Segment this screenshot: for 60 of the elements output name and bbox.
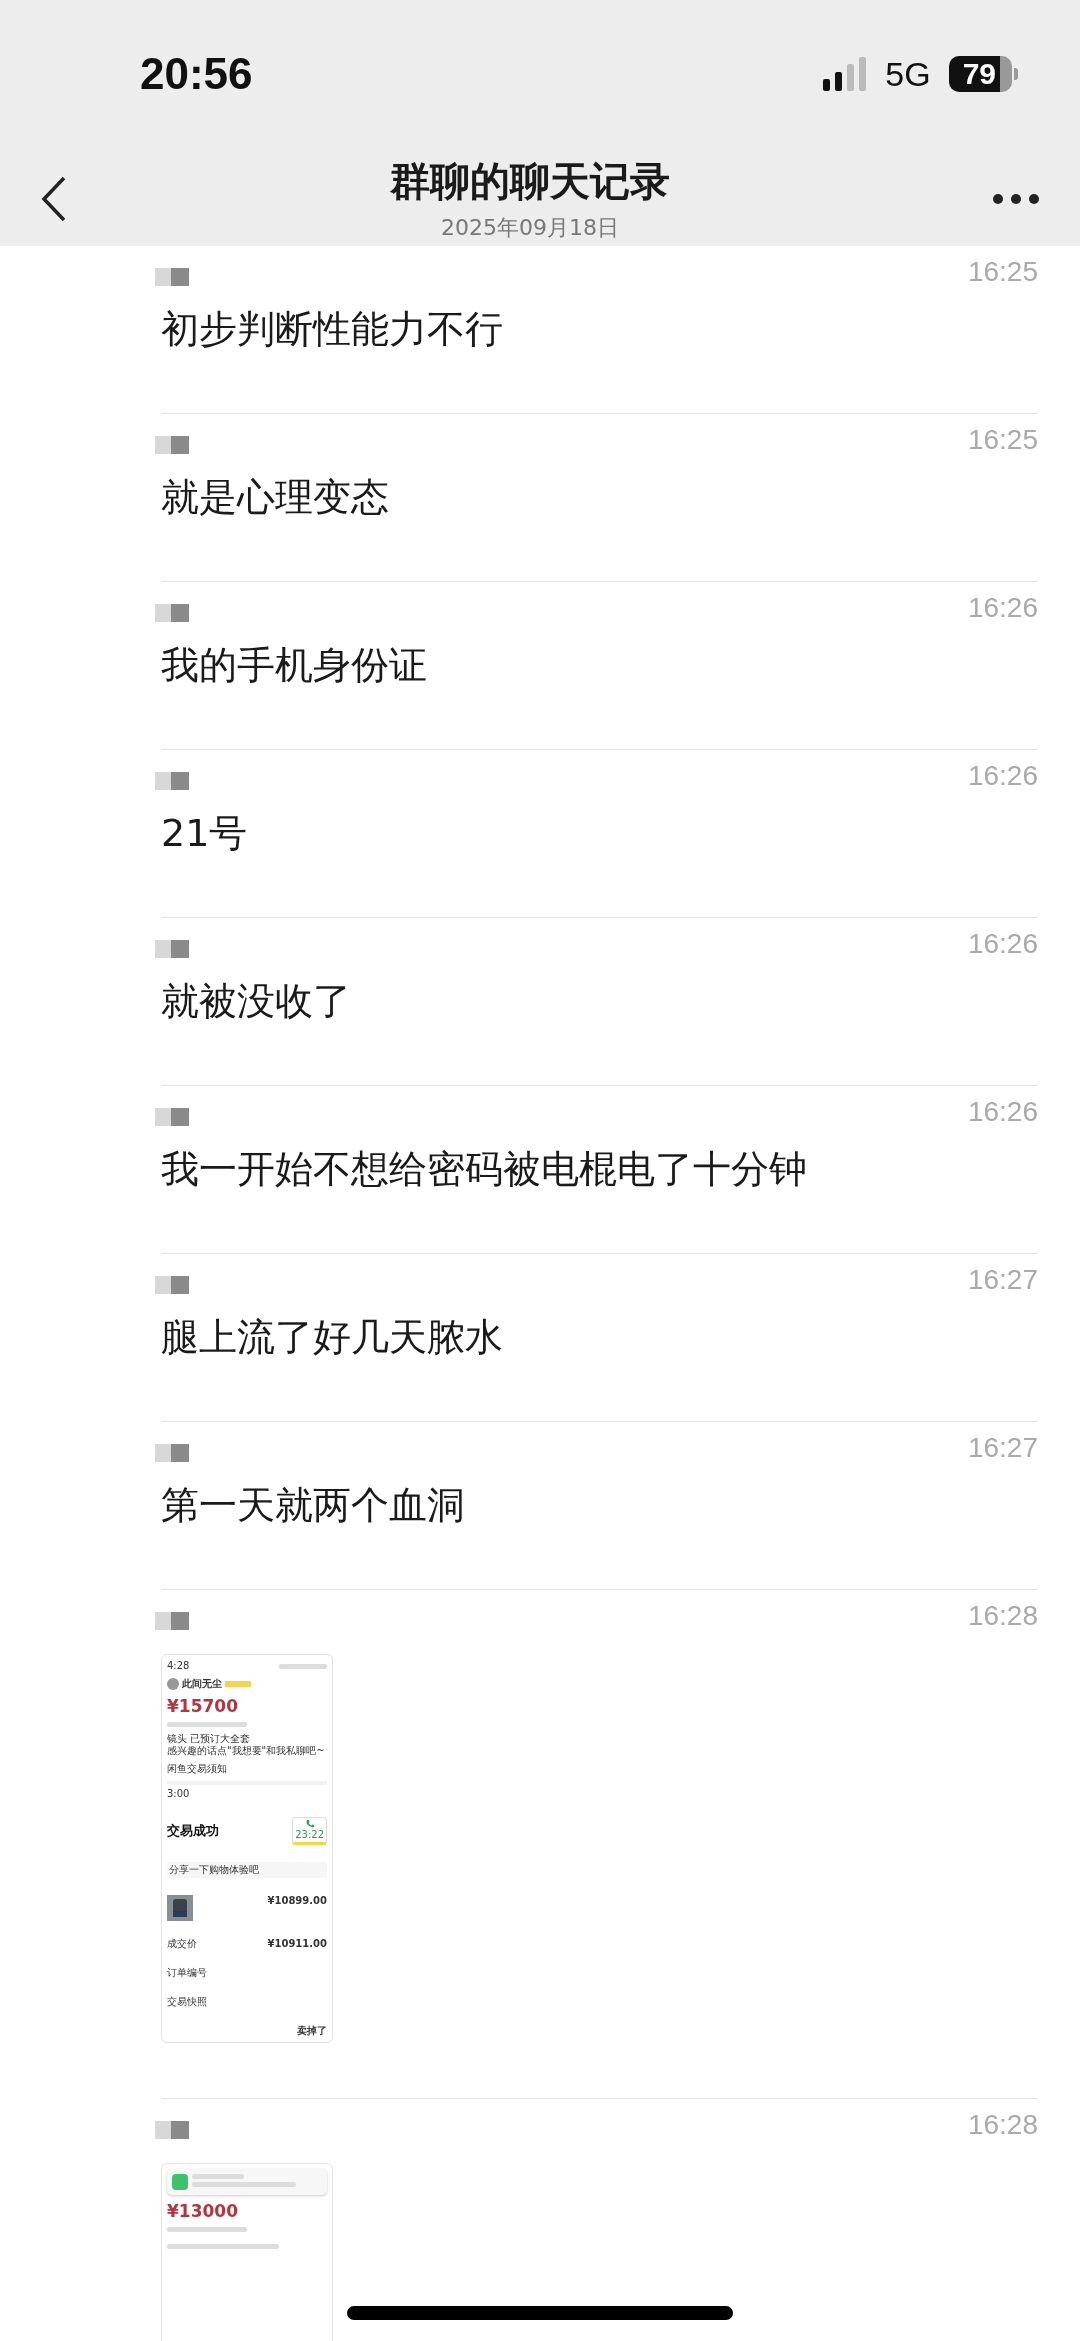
price-text: ¥13000 <box>167 2201 239 2221</box>
message-time: 16:28 <box>967 2109 1038 2141</box>
header-title: 群聊的聊天记录 <box>390 157 670 206</box>
screenshot-thumbnail[interactable]: 4:28 此间无尘 ¥15700 镜头 已预订大全套 感兴趣的话点"我想要"和我私聊吧~ 闲鱼交易须知 3:00 交易成功 23:22 分享一下购物体验吧 ¥10899.00 成交价 ¥10911.00 订单编号 交易快照 卖掉了 <box>161 1654 333 2043</box>
description-text: 感兴趣的话点"我想要"和我私聊吧~ <box>167 1745 326 1757</box>
blurred-name <box>155 1108 189 1126</box>
message-text: 21号 <box>161 810 249 857</box>
status-time: 4:28 <box>167 1660 190 1672</box>
tag-badge <box>225 1681 251 1687</box>
message-text: 腿上流了好几天脓水 <box>161 1314 504 1361</box>
message-text: 第一天就两个血洞 <box>161 1482 466 1529</box>
message-time: 16:26 <box>967 760 1038 792</box>
blurred-name <box>155 1444 189 1462</box>
avatar-icon <box>167 1678 179 1690</box>
item-price: ¥10899.00 <box>267 1895 327 1907</box>
message-time: 16:25 <box>967 256 1038 288</box>
message-time: 16:26 <box>967 928 1038 960</box>
description-text: 镜头 已预订大全套 <box>167 1733 252 1745</box>
message-time: 16:28 <box>967 1600 1038 1632</box>
message-time: 16:25 <box>967 424 1038 456</box>
share-prompt: 分享一下购物体验吧 <box>167 1862 327 1878</box>
notice-title: 闲鱼交易须知 <box>167 1763 228 1775</box>
call-badge: 23:22 <box>292 1817 327 1845</box>
status-time: 3:00 <box>167 1788 191 1800</box>
deal-price: ¥10911.00 <box>267 1938 327 1950</box>
sold-label: 卖掉了 <box>297 2025 327 2037</box>
back-icon[interactable] <box>40 174 68 223</box>
blurred-name <box>155 1612 189 1630</box>
field-label: 成交价 <box>167 1938 197 1950</box>
screenshot-thumbnail[interactable]: ¥13000 <box>161 2163 333 2341</box>
blurred-name <box>155 268 189 286</box>
seller-name: 此间无尘 <box>182 1678 222 1690</box>
message-time: 16:26 <box>967 592 1038 624</box>
message-time: 16:27 <box>967 1264 1038 1296</box>
phone-icon <box>304 1819 315 1829</box>
message-time: 16:26 <box>967 1096 1038 1128</box>
blurred-name <box>155 2121 189 2139</box>
field-label: 交易快照 <box>167 1996 208 2008</box>
message-text: 我的手机身份证 <box>161 642 428 689</box>
blurred-name <box>155 604 189 622</box>
message-text: 初步判断性能力不行 <box>161 306 504 353</box>
field-label: 订单编号 <box>167 1967 208 1979</box>
signal-icon <box>823 57 868 91</box>
blurred-name <box>155 1276 189 1294</box>
message-text: 就被没收了 <box>161 978 352 1025</box>
message-text: 就是心理变态 <box>161 474 390 521</box>
status-time: 20:56 <box>140 49 253 99</box>
blurred-name <box>155 772 189 790</box>
message-text: 我一开始不想给密码被电棍电了十分钟 <box>161 1146 808 1193</box>
blurred-name <box>155 436 189 454</box>
message-time: 16:27 <box>967 1432 1038 1464</box>
app-icon <box>172 2174 188 2190</box>
header-date: 2025年09月18日 <box>441 214 619 242</box>
blurred-text <box>192 2174 244 2179</box>
network-label: 5G <box>885 54 931 94</box>
order-status: 交易成功 <box>167 1822 219 1840</box>
blurred-text <box>279 1663 327 1669</box>
price-text: ¥15700 <box>167 1696 239 1716</box>
more-icon[interactable] <box>992 192 1040 205</box>
blurred-name <box>155 940 189 958</box>
